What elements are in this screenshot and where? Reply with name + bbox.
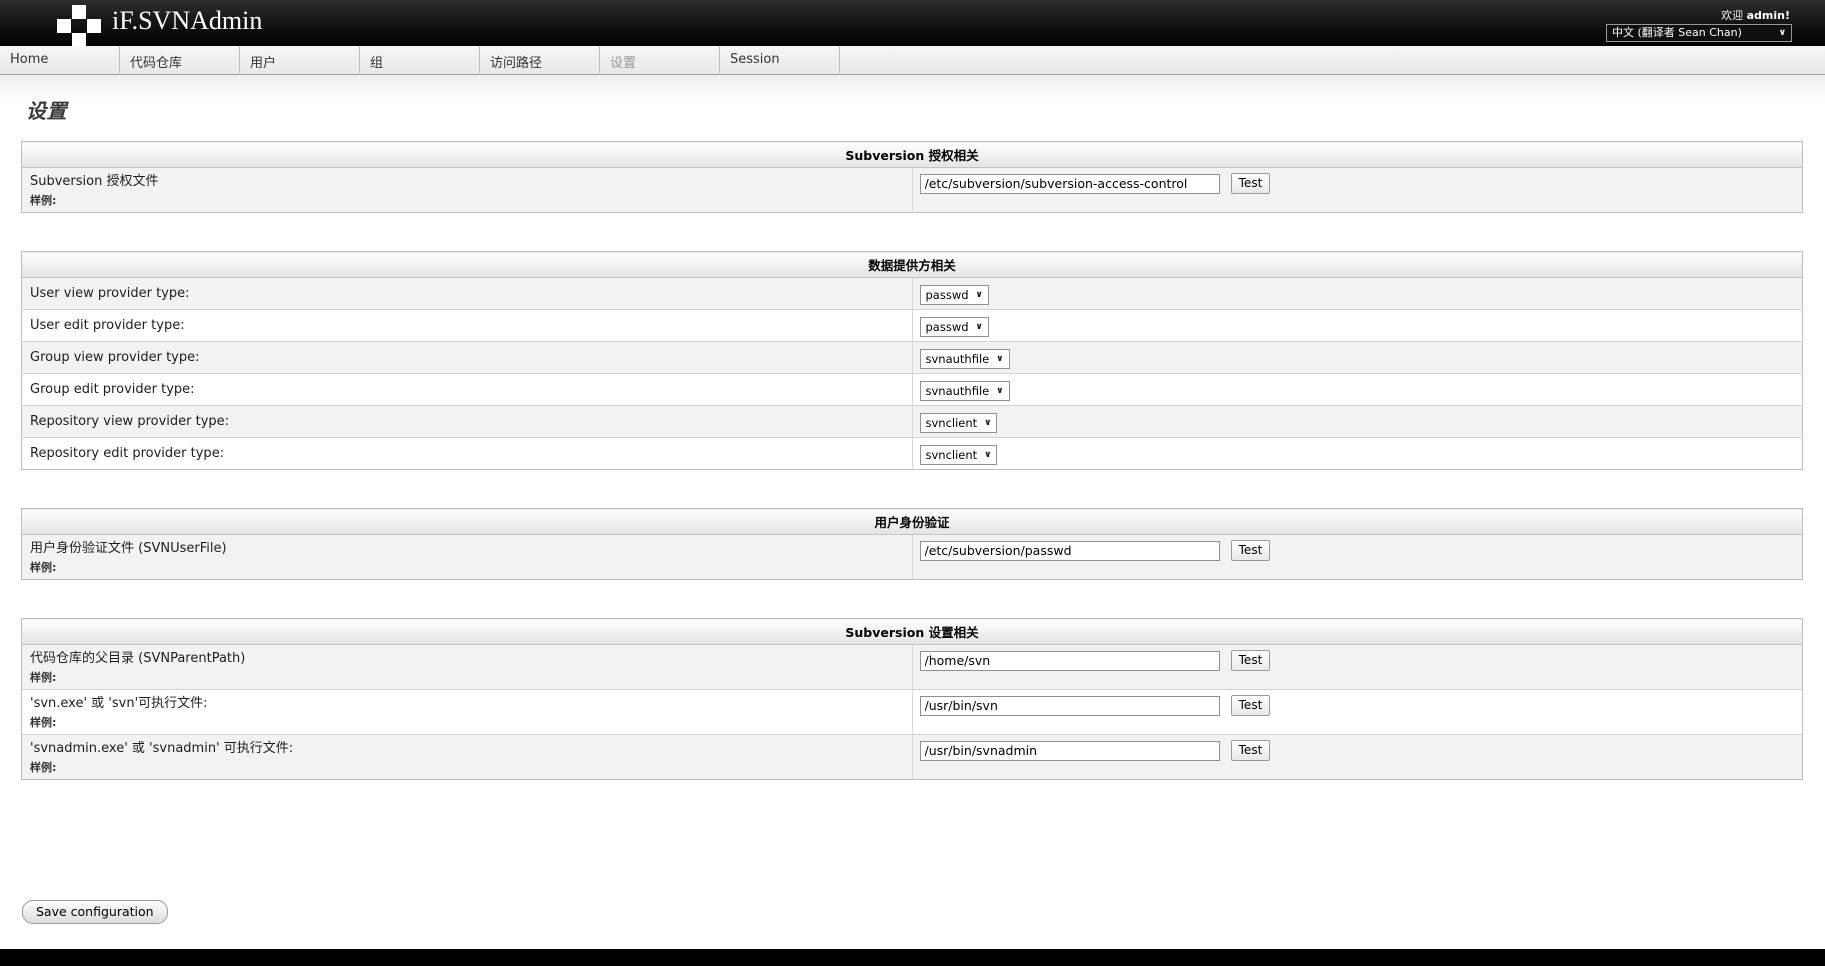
user-edit-provider-select[interactable]: passwd ∨ [920,317,989,337]
main-nav: Home 代码仓库 用户 组 访问路径 设置 Session [0,46,1825,75]
setting-label: User view provider type: [30,285,904,302]
language-select[interactable]: 中文 (翻译者 Sean Chan) ∨ [1606,24,1792,42]
svn-executable-test-button[interactable]: Test [1231,695,1271,716]
user-view-provider-select[interactable]: passwd ∨ [920,285,989,305]
save-configuration-button[interactable]: Save configuration [22,900,168,924]
nav-tab-repositories[interactable]: 代码仓库 [120,46,240,75]
group-view-provider-select[interactable]: svnauthfile ∨ [920,349,1010,369]
section-subversion-settings: Subversion 设置相关 代码仓库的父目录 (SVNParentPath)… [21,618,1803,780]
welcome-username: admin! [1747,9,1790,22]
setting-row-svn-executable: 'svn.exe' 或 'svn'可执行文件: 样例: Test [22,690,1803,735]
app-header: iF.SVNAdmin 欢迎 admin! 中文 (翻译者 Sean Chan)… [0,0,1825,46]
nav-tab-session[interactable]: Session [720,46,840,75]
section-title: Subversion 设置相关 [22,619,1803,645]
app-logo-icon [57,5,101,48]
section-title: 数据提供方相关 [22,252,1803,278]
welcome-prefix: 欢迎 [1721,9,1743,22]
nav-tab-users[interactable]: 用户 [240,46,360,75]
userfile-test-button[interactable]: Test [1231,540,1271,561]
parentpath-input[interactable] [920,651,1220,671]
setting-example-label: 样例: [30,760,904,775]
nav-tab-home[interactable]: Home [0,46,120,75]
setting-label: Subversion 授权文件 [30,173,904,190]
setting-row-user-view-provider: User view provider type: passwd ∨ [22,278,1803,310]
chevron-down-icon: ∨ [984,418,991,428]
parentpath-test-button[interactable]: Test [1231,650,1271,671]
chevron-down-icon: ∨ [984,450,991,460]
setting-label: Group view provider type: [30,349,904,366]
repository-edit-provider-select[interactable]: svnclient ∨ [920,445,998,465]
authfile-path-input[interactable] [920,174,1220,194]
section-subversion-authorization: Subversion 授权相关 Subversion 授权文件 样例: Test [21,141,1803,213]
select-value: svnclient [926,448,978,462]
setting-row-group-edit-provider: Group edit provider type: svnauthfile ∨ [22,374,1803,406]
welcome-message: 欢迎 admin! [1721,7,1790,23]
select-value: passwd [926,320,969,334]
settings-page: 设置 Subversion 授权相关 Subversion 授权文件 样例: T… [0,75,1825,963]
select-value: svnauthfile [926,384,990,398]
setting-label: Group edit provider type: [30,381,904,398]
setting-row-repo-edit-provider: Repository edit provider type: svnclient… [22,438,1803,470]
setting-label: 'svnadmin.exe' 或 'svnadmin' 可执行文件: [30,740,904,757]
section-data-providers: 数据提供方相关 User view provider type: passwd … [21,251,1803,470]
app-title: iF.SVNAdmin [112,6,262,36]
setting-label: 'svn.exe' 或 'svn'可执行文件: [30,695,904,712]
setting-label: User edit provider type: [30,317,904,334]
section-title: 用户身份验证 [22,509,1803,535]
authfile-test-button[interactable]: Test [1231,173,1271,194]
setting-label: Repository view provider type: [30,413,904,430]
repository-view-provider-select[interactable]: svnclient ∨ [920,413,998,433]
page-title: 设置 [26,95,1804,124]
select-value: passwd [926,288,969,302]
group-edit-provider-select[interactable]: svnauthfile ∨ [920,381,1010,401]
setting-row-userfile: 用户身份验证文件 (SVNUserFile) 样例: Test [22,535,1803,580]
setting-example-label: 样例: [30,560,904,575]
nav-tab-accesspaths[interactable]: 访问路径 [480,46,600,75]
svnadmin-executable-test-button[interactable]: Test [1231,740,1271,761]
nav-tab-groups[interactable]: 组 [360,46,480,75]
section-title: Subversion 授权相关 [22,142,1803,168]
chevron-down-icon: ∨ [976,322,983,332]
bottom-bar [0,949,1825,966]
chevron-down-icon: ∨ [996,386,1003,396]
setting-example-label: 样例: [30,193,904,208]
select-value: svnclient [926,416,978,430]
nav-tab-settings[interactable]: 设置 [600,46,720,75]
setting-label: 用户身份验证文件 (SVNUserFile) [30,540,904,557]
select-value: svnauthfile [926,352,990,366]
language-select-value: 中文 (翻译者 Sean Chan) [1612,25,1742,41]
svn-executable-input[interactable] [920,696,1220,716]
setting-row-parentpath: 代码仓库的父目录 (SVNParentPath) 样例: Test [22,645,1803,690]
setting-row-group-view-provider: Group view provider type: svnauthfile ∨ [22,342,1803,374]
setting-row-repo-view-provider: Repository view provider type: svnclient… [22,406,1803,438]
setting-example-label: 样例: [30,670,904,685]
setting-label: 代码仓库的父目录 (SVNParentPath) [30,650,904,667]
section-user-authentication: 用户身份验证 用户身份验证文件 (SVNUserFile) 样例: Test [21,508,1803,580]
setting-row-svnadmin-executable: 'svnadmin.exe' 或 'svnadmin' 可执行文件: 样例: T… [22,735,1803,780]
userfile-path-input[interactable] [920,541,1220,561]
chevron-down-icon: ∨ [1779,25,1786,41]
setting-example-label: 样例: [30,715,904,730]
setting-row-user-edit-provider: User edit provider type: passwd ∨ [22,310,1803,342]
setting-label: Repository edit provider type: [30,445,904,462]
chevron-down-icon: ∨ [996,354,1003,364]
chevron-down-icon: ∨ [976,290,983,300]
setting-row-authfile: Subversion 授权文件 样例: Test [22,168,1803,213]
svnadmin-executable-input[interactable] [920,741,1220,761]
